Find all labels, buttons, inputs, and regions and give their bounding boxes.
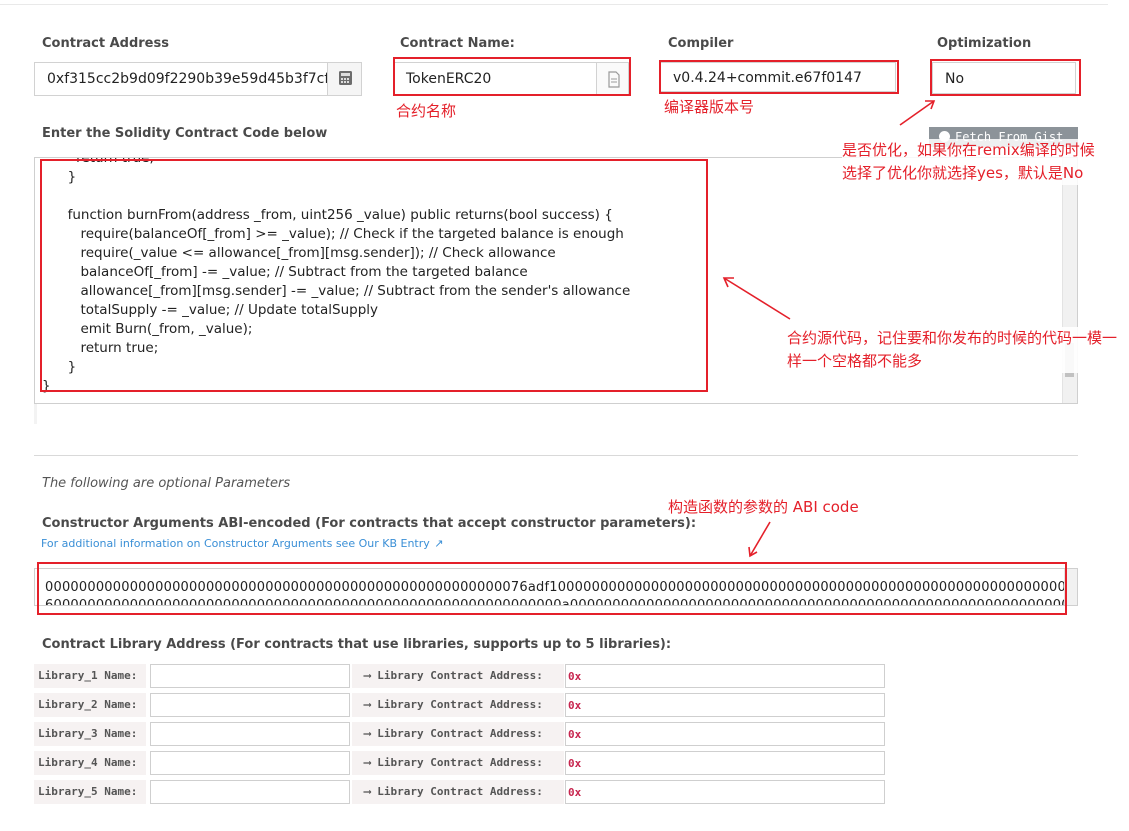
- library-address-label-text: Library Contract Address:: [377, 785, 543, 798]
- optimization-arrow-icon: [899, 100, 936, 126]
- gutter-mark: [34, 404, 37, 424]
- library-2-name-input[interactable]: [150, 693, 350, 717]
- contract-name-label: Contract Name:: [400, 36, 515, 51]
- library-5-address-input[interactable]: 0x: [565, 780, 885, 804]
- library-2-address-label: ⟶ Library Contract Address:: [352, 693, 564, 717]
- contract-name-addon: [596, 62, 629, 96]
- code-line: require(balanceOf[_from] >= _value); // …: [59, 226, 624, 242]
- compiler-label: Compiler: [668, 36, 734, 51]
- library-1-name-label: Library_1 Name:: [34, 664, 146, 688]
- optimization-annotation: 是否优化，如果你在remix编译的时候选择了优化你就选择yes，默认是No: [842, 139, 1107, 185]
- abi-scrollbar[interactable]: [1064, 569, 1077, 605]
- library-2-address-input[interactable]: 0x: [565, 693, 885, 717]
- library-4-name-input[interactable]: [150, 751, 350, 775]
- section-divider: [34, 455, 1078, 456]
- library-4-address-label: ⟶ Library Contract Address:: [352, 751, 564, 775]
- library-5-address-label-wrap: ⟶ Library Contract Address:: [352, 780, 564, 804]
- code-line: }: [59, 169, 77, 185]
- compiler-select[interactable]: v0.4.24+commit.e67f0147: [660, 62, 896, 92]
- library-address-label-text: Library Contract Address:: [377, 727, 543, 740]
- optional-heading: The following are optional Parameters: [42, 476, 291, 491]
- code-arrow-icon: [722, 277, 791, 320]
- code-label: Enter the Solidity Contract Code below: [42, 126, 328, 141]
- chip-icon: [339, 71, 352, 85]
- library-4-address-input[interactable]: 0x: [565, 751, 885, 775]
- code-annotation: 合约源代码，记住要和你发布的时候的代码一模一样一个空格都不能多: [787, 327, 1129, 373]
- library-address-label-text: Library Contract Address:: [377, 698, 543, 711]
- library-4-name-label: Library_4 Name:: [34, 751, 146, 775]
- library-3-address-input[interactable]: 0x: [565, 722, 885, 746]
- abi-line-2: 6000000000000000000000000000000000000000…: [45, 598, 1078, 606]
- contract-address-label: Contract Address: [42, 36, 169, 51]
- kb-entry-link[interactable]: For additional information on Constructo…: [41, 534, 443, 552]
- library-2-name-label: Library_2 Name:: [34, 693, 146, 717]
- compiler-annotation: 编译器版本号: [664, 98, 755, 116]
- library-3-name-input[interactable]: [150, 722, 350, 746]
- contract-name-annotation: 合约名称: [396, 102, 457, 120]
- code-line: }: [59, 359, 77, 375]
- library-1-name-input[interactable]: [150, 664, 350, 688]
- library-1-address-input[interactable]: 0x: [565, 664, 885, 688]
- code-line: allowance[_from][msg.sender] -= _value; …: [59, 283, 631, 299]
- library-5-name-label: Library_5 Name:: [34, 780, 146, 804]
- contract-name-input[interactable]: TokenERC20: [393, 62, 597, 96]
- code-line: return true;: [59, 340, 159, 356]
- code-line: require(_value <= allowance[_from][msg.s…: [59, 245, 556, 261]
- library-address-label-text: Library Contract Address:: [377, 669, 543, 682]
- library-2-address-label-wrap: ⟶ Library Contract Address:: [352, 693, 564, 717]
- library-1-address-label: ⟶ Library Contract Address:: [352, 664, 564, 688]
- address-lookup-button[interactable]: [327, 62, 362, 96]
- library-3-name-label: Library_3 Name:: [34, 722, 146, 746]
- optimization-select[interactable]: No: [932, 62, 1076, 94]
- top-divider: [0, 4, 1108, 5]
- abi-line-1: 0000000000000000000000000000000000000000…: [45, 580, 1078, 595]
- document-icon: [608, 71, 620, 88]
- library-address-label-text: Library Contract Address:: [377, 756, 543, 769]
- code-line: }: [42, 378, 51, 394]
- library-3-address-label-wrap: ⟶ Library Contract Address:: [352, 722, 564, 746]
- libraries-heading: Contract Library Address (For contracts …: [42, 637, 672, 652]
- abi-arrow-icon: [748, 521, 771, 558]
- kb-entry-link-text[interactable]: For additional information on Constructo…: [41, 537, 430, 550]
- code-line: function burnFrom(address _from, uint256…: [59, 207, 613, 223]
- library-3-address-label: ⟶ Library Contract Address:: [352, 722, 564, 746]
- code-line: totalSupply -= _value; // Update totalSu…: [59, 302, 379, 318]
- external-link-icon: ↗: [434, 537, 444, 550]
- code-line: emit Burn(_from, _value);: [59, 321, 253, 337]
- library-4-address-label-wrap: ⟶ Library Contract Address:: [352, 751, 564, 775]
- constructor-args-label: Constructor Arguments ABI-encoded (For c…: [42, 516, 697, 531]
- library-5-name-input[interactable]: [150, 780, 350, 804]
- code-line: balanceOf[_from] -= _value; // Subtract …: [59, 264, 528, 280]
- optimization-label: Optimization: [937, 36, 1032, 51]
- abi-annotation: 构造函数的参数的 ABI code: [668, 498, 859, 516]
- constructor-args-textarea[interactable]: 0000000000000000000000000000000000000000…: [34, 568, 1078, 606]
- code-line: return true;: [59, 157, 154, 166]
- library-1-address-label-wrap: ⟶ Library Contract Address:: [352, 664, 564, 688]
- library-5-address-label: ⟶ Library Contract Address:: [352, 780, 564, 804]
- contract-address-input[interactable]: 0xf315cc2b9d09f2290b39e59d45b3f7cf37: [34, 62, 328, 96]
